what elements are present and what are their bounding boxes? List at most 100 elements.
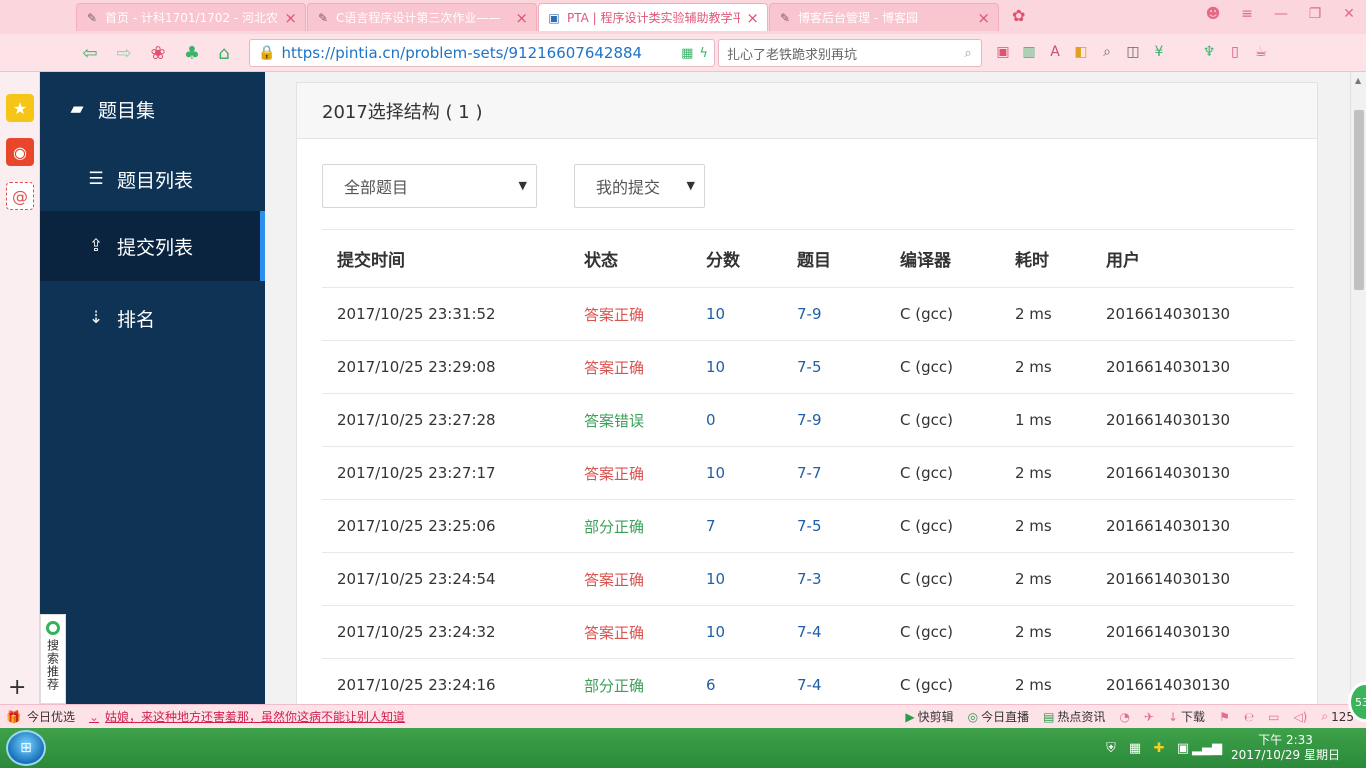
cell-score: 7 (706, 517, 716, 535)
table-row[interactable]: 2017/10/25 23:27:17 答案正确 10 7-7 C (gcc) 2 ms 2… (322, 446, 1294, 499)
back-icon[interactable]: ⇦ (78, 41, 102, 65)
scroll-up-icon[interactable]: ▲ (1355, 76, 1361, 85)
col-header-status[interactable]: 状态 (584, 246, 706, 271)
cell-time: 2017/10/25 23:25:06 (337, 517, 496, 535)
start-button[interactable]: ⊞ (6, 730, 46, 766)
cell-problem[interactable]: 7-5 (797, 517, 900, 535)
address-bar[interactable]: 🔒 https://pintia.cn/problem-sets/9121660… (249, 39, 715, 67)
browser-tab-4[interactable]: ✎ 博客后台管理 - 博客园 × (769, 3, 999, 31)
cell-problem[interactable]: 7-7 (797, 464, 900, 482)
sidebar-item-ranking[interactable]: ⇣ 排名 (40, 283, 265, 353)
cactus-icon[interactable]: ♆ (1200, 42, 1218, 62)
table-row[interactable]: 2017/10/25 23:24:32 答案正确 10 7-4 C (gcc) 2 ms 2… (322, 605, 1294, 658)
col-header-compiler[interactable]: 编译器 (900, 246, 1015, 271)
table-row[interactable]: 2017/10/25 23:27:28 答案错误 0 7-9 C (gcc) 1 ms 20… (322, 393, 1294, 446)
browser-side-rail: ★ ◉ @ + (0, 72, 40, 704)
close-icon[interactable]: × (746, 10, 759, 25)
reader-icon[interactable]: ▥ (1020, 42, 1038, 62)
status-item-hotnews[interactable]: ▤ 热点资讯 (1043, 708, 1105, 725)
flag-icon[interactable]: ⚑ (1219, 710, 1230, 724)
new-tab-flower-icon[interactable]: ✿ (1012, 6, 1025, 25)
table-row[interactable]: 2017/10/25 23:29:08 答案正确 10 7-5 C (gcc) 2 ms 2… (322, 340, 1294, 393)
table-row[interactable]: 2017/10/25 23:24:16 部分正确 6 7-4 C (gcc) 2 ms 20… (322, 658, 1294, 704)
pin-icon[interactable]: ✈ (1144, 710, 1154, 724)
plus-badge-icon[interactable]: ✚ (1151, 740, 1167, 756)
submitter-filter-select[interactable]: 我的提交 ▼ (574, 164, 705, 208)
money-icon[interactable]: ¥ (1150, 42, 1168, 62)
tulip-icon[interactable]: ❀ (146, 41, 170, 65)
table-row[interactable]: 2017/10/25 23:25:06 部分正确 7 7-5 C (gcc) 2 ms 20… (322, 499, 1294, 552)
status-news-text[interactable]: 姑娘，来这种地方还害羞那，虽然你这病不能让别人知道 (105, 708, 405, 725)
favorites-star-icon[interactable]: ★ (6, 94, 34, 122)
window-icon[interactable]: ▭ (1268, 710, 1279, 724)
volume-icon[interactable]: ◁) (1293, 710, 1307, 724)
problem-filter-select[interactable]: 全部题目 ▼ (322, 164, 537, 208)
search-recommend-card[interactable]: 搜索推荐 (40, 614, 66, 704)
qr-code-icon[interactable]: ▦ (681, 46, 693, 61)
skin-icon[interactable]: ☻ (1196, 0, 1230, 28)
status-item-live[interactable]: ◎ 今日直播 (968, 708, 1030, 725)
lightning-icon[interactable]: ϟ (699, 46, 708, 61)
home-icon[interactable]: ⌂ (212, 41, 236, 65)
col-header-cost[interactable]: 耗时 (1015, 246, 1106, 271)
screenshot-icon[interactable]: ◫ (1124, 42, 1142, 62)
close-icon[interactable]: × (284, 10, 297, 25)
add-icon[interactable]: + (8, 675, 26, 700)
cell-problem[interactable]: 7-9 (797, 305, 900, 323)
col-header-time[interactable]: 提交时间 (337, 246, 584, 271)
network-app-icon[interactable]: ▦ (1127, 740, 1143, 756)
scrollbar-thumb[interactable] (1354, 110, 1364, 290)
cell-status: 答案正确 (584, 305, 645, 324)
browser-tab-3[interactable]: ▣ PTA | 程序设计类实验辅助教学平 × (538, 3, 768, 31)
clipboard-icon[interactable]: ▣ (1175, 740, 1191, 756)
browser-tab-1[interactable]: ✎ 首页 - 计科1701/1702 - 河北农 × (76, 3, 306, 31)
search-box[interactable]: 扎心了老铁跪求别再坑 ⌕ (718, 39, 982, 67)
close-icon[interactable]: × (515, 10, 528, 25)
search-icon[interactable]: ⌕ (955, 46, 981, 61)
cell-problem[interactable]: 7-4 (797, 623, 900, 641)
cell-problem[interactable]: 7-9 (797, 411, 900, 429)
cell-time: 2017/10/25 23:27:17 (337, 464, 496, 482)
zoom-icon[interactable]: ⌕ (1098, 42, 1116, 62)
sidebar-item-problem-list[interactable]: ☰ 题目列表 (40, 144, 265, 214)
coupon-icon[interactable]: ◧ (1072, 42, 1090, 62)
forward-icon[interactable]: ⇨ (112, 41, 136, 65)
col-header-problem[interactable]: 题目 (797, 246, 900, 271)
url-text[interactable]: https://pintia.cn/problem-sets/912166076… (281, 44, 681, 62)
clock[interactable]: 下午 2:33 2017/10/29 星期日 (1231, 733, 1340, 763)
apps-icon[interactable]: ▣ (994, 42, 1012, 62)
cell-problem[interactable]: 7-3 (797, 570, 900, 588)
ie-icon[interactable]: ℮ (1244, 710, 1254, 724)
restore-icon[interactable]: ❐ (1298, 0, 1332, 28)
cell-problem[interactable]: 7-5 (797, 358, 900, 376)
speed-icon[interactable]: ◔ (1119, 710, 1129, 724)
menu-icon[interactable]: ≡ (1230, 0, 1264, 28)
status-left-label[interactable]: 今日优选 (27, 708, 75, 725)
table-row[interactable]: 2017/10/25 23:31:52 答案正确 10 7-9 C (gcc) 2 ms 2… (322, 287, 1294, 340)
teapot-icon[interactable]: ☕ (1252, 42, 1270, 62)
search-input[interactable]: 扎心了老铁跪求别再坑 (727, 44, 955, 63)
font-icon[interactable]: A (1046, 42, 1064, 62)
sidebar-item-submission-list[interactable]: ⇪ 提交列表 (40, 211, 265, 281)
mail-icon[interactable]: @ (6, 182, 34, 210)
shield-icon[interactable]: ⛨ (1103, 740, 1119, 756)
weibo-icon[interactable]: ◉ (6, 138, 34, 166)
minimize-icon[interactable]: — (1264, 0, 1298, 28)
status-item-download[interactable]: ↓ 下载 (1168, 708, 1205, 725)
recommend-label: 搜索推荐 (45, 639, 60, 691)
page-scrollbar[interactable]: ▲ (1350, 72, 1366, 704)
status-news-link[interactable]: ⌄ 姑娘，来这种地方还害羞那，虽然你这病不能让别人知道 (89, 708, 405, 725)
sidebar-item-label: 题目列表 (117, 169, 194, 192)
col-header-score[interactable]: 分数 (706, 246, 797, 271)
browser-tab-2[interactable]: ✎ C语言程序设计第三次作业—— × (307, 3, 537, 31)
cell-problem[interactable]: 7-4 (797, 676, 900, 694)
sidebar-title[interactable]: ▰ 题目集 (40, 74, 265, 144)
close-icon[interactable]: × (977, 10, 990, 25)
signal-icon[interactable]: ▂▄▆ (1192, 740, 1222, 756)
table-row[interactable]: 2017/10/25 23:24:54 答案正确 10 7-3 C (gcc) 2 ms 2… (322, 552, 1294, 605)
status-item-clip[interactable]: ▶ 快剪辑 (905, 708, 953, 725)
close-window-icon[interactable]: ✕ (1332, 0, 1366, 28)
phone-icon[interactable]: ▯ (1226, 42, 1244, 62)
col-header-user[interactable]: 用户 (1106, 246, 1286, 271)
tree-icon[interactable]: ♣ (180, 41, 204, 65)
